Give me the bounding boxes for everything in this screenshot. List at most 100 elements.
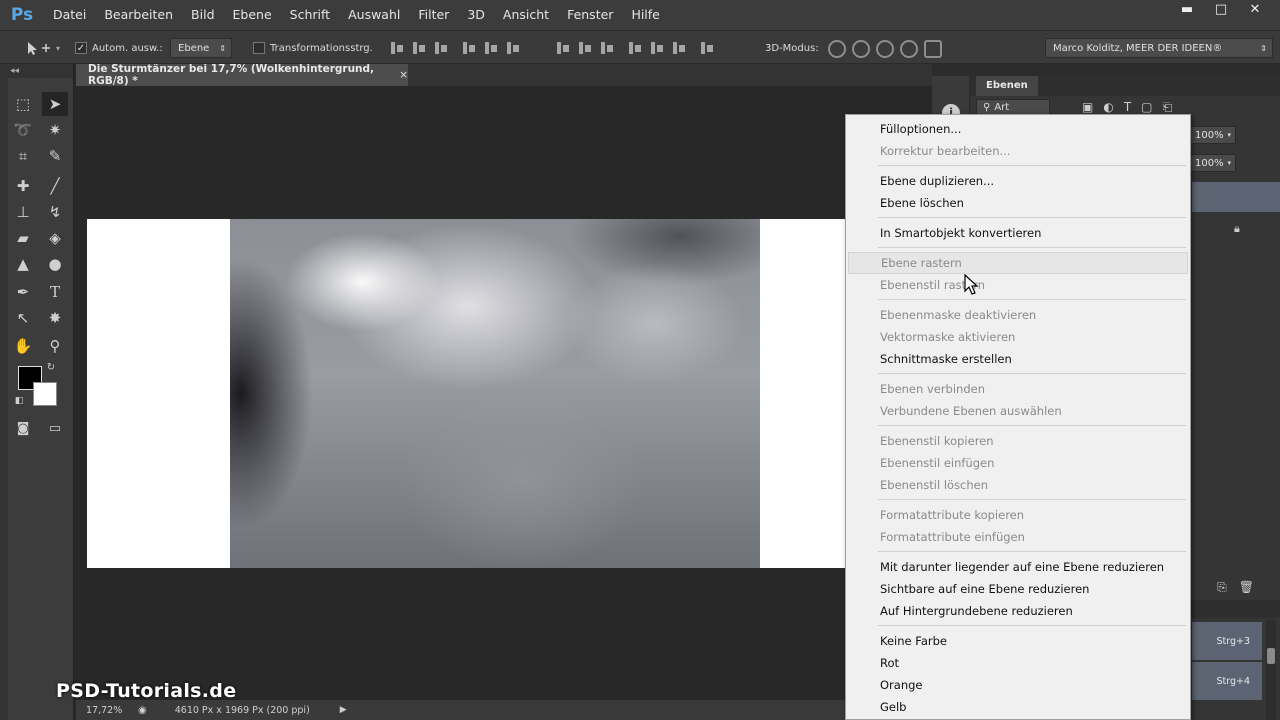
stamp-tool-icon[interactable]: ⊥ <box>10 200 36 224</box>
menu-3d[interactable]: 3D <box>458 0 494 30</box>
zoom-tool-icon[interactable]: ⚲ <box>42 334 68 358</box>
fill-field[interactable]: 100% ▾ <box>1190 154 1236 172</box>
align-bottom-icon[interactable] <box>434 40 448 56</box>
context-menu-item[interactable]: Auf Hintergrundebene reduzieren <box>846 600 1190 622</box>
type-filter-icon[interactable]: T <box>1124 100 1131 115</box>
menu-auswahl[interactable]: Auswahl <box>339 0 409 30</box>
eraser-tool-icon[interactable]: ▰ <box>10 226 36 250</box>
trash-icon[interactable]: 🗑︎ <box>1239 580 1254 598</box>
move-tool-icon[interactable]: ➤ <box>42 92 68 116</box>
context-menu-item[interactable]: Rot <box>846 652 1190 674</box>
workspace-dropdown[interactable]: Marco Kolditz, MEER DER IDEEN® ⇕ <box>1045 38 1273 58</box>
context-menu-item[interactable]: Formatattribute einfügen <box>846 526 1190 548</box>
default-colors-icon[interactable]: ◧ <box>12 394 26 408</box>
document-canvas[interactable] <box>87 219 932 568</box>
context-menu-item[interactable]: Ebenen verbinden <box>846 378 1190 400</box>
magic-wand-tool-icon[interactable]: ✷ <box>42 118 68 142</box>
context-menu-item[interactable]: In Smartobjekt konvertieren <box>846 222 1190 244</box>
opacity-field[interactable]: 100% ▾ <box>1190 126 1236 144</box>
menu-ebene[interactable]: Ebene <box>224 0 281 30</box>
eyedropper-tool-icon[interactable]: ✎ <box>42 144 68 168</box>
align-left-icon[interactable] <box>462 40 476 56</box>
3d-scale-icon[interactable] <box>924 40 942 58</box>
channel-row-2[interactable]: Strg+4 <box>1192 662 1262 700</box>
smartobject-filter-icon[interactable]: ⎗ <box>1163 100 1173 115</box>
blur-tool-icon[interactable]: ▲ <box>10 252 36 276</box>
align-hcenter-icon[interactable] <box>484 40 498 56</box>
custom-shape-tool-icon[interactable]: ✸ <box>42 306 68 330</box>
auto-select-dropdown[interactable]: Ebene ⇕ <box>170 38 232 58</box>
menu-schrift[interactable]: Schrift <box>281 0 339 30</box>
healing-tool-icon[interactable]: ✚ <box>10 174 36 198</box>
hand-tool-icon[interactable]: ✋ <box>10 334 36 358</box>
menu-bearbeiten[interactable]: Bearbeiten <box>95 0 182 30</box>
menu-fenster[interactable]: Fenster <box>558 0 622 30</box>
distribute-vcenter-icon[interactable] <box>578 40 592 56</box>
screen-mode-icon[interactable]: ▭ <box>42 416 68 440</box>
auto-align-icon[interactable] <box>700 40 714 56</box>
auto-select-checkbox[interactable]: ✓ <box>75 42 87 54</box>
align-top-icon[interactable] <box>390 40 404 56</box>
3d-orbit-icon[interactable] <box>828 40 846 58</box>
context-menu-item[interactable]: Ebene löschen <box>846 192 1190 214</box>
context-menu-item[interactable]: Ebenenstil einfügen <box>846 452 1190 474</box>
panel-scrollbar-thumb[interactable] <box>1267 648 1275 664</box>
paint-bucket-tool-icon[interactable]: ◈ <box>42 226 68 250</box>
context-menu-item[interactable]: Vektormaske aktivieren <box>846 326 1190 348</box>
menu-ansicht[interactable]: Ansicht <box>494 0 558 30</box>
path-selection-tool-icon[interactable]: ↖ <box>10 306 36 330</box>
panel-scrollbar[interactable] <box>1266 620 1276 720</box>
maximize-button[interactable]: □ <box>1204 0 1238 18</box>
tools-collapse-icon[interactable]: ◂◂ <box>8 64 73 78</box>
status-info-icon[interactable]: ◉ <box>138 705 147 716</box>
quick-mask-icon[interactable]: ◙ <box>10 416 36 440</box>
status-menu-arrow-icon[interactable]: ▶ <box>340 705 347 715</box>
dodge-tool-icon[interactable]: ● <box>42 252 68 276</box>
context-menu-item[interactable]: Verbundene Ebenen auswählen <box>846 400 1190 422</box>
3d-roll-icon[interactable] <box>852 40 870 58</box>
layers-tab[interactable]: Ebenen <box>976 76 1038 96</box>
context-menu-item[interactable]: Korrektur bearbeiten... <box>846 140 1190 162</box>
distribute-hcenter-icon[interactable] <box>650 40 664 56</box>
context-menu-item[interactable]: Keine Farbe <box>846 630 1190 652</box>
context-menu-item[interactable]: Formatattribute kopieren <box>846 504 1190 526</box>
context-menu-item[interactable]: Fülloptionen... <box>846 118 1190 140</box>
context-menu-item[interactable]: Ebenenmaske deaktivieren <box>846 304 1190 326</box>
pixel-filter-icon[interactable]: ▣ <box>1082 100 1093 115</box>
menu-bild[interactable]: Bild <box>182 0 223 30</box>
menu-filter[interactable]: Filter <box>409 0 458 30</box>
context-menu-item[interactable]: Orange <box>846 674 1190 696</box>
context-menu-item[interactable]: Ebenenstil rastern <box>846 274 1190 296</box>
context-menu-item[interactable]: Gelb <box>846 696 1190 718</box>
adjustment-filter-icon[interactable]: ◐ <box>1103 100 1113 115</box>
context-menu-item[interactable]: Ebene duplizieren... <box>846 170 1190 192</box>
brush-tool-icon[interactable]: ╱ <box>42 174 68 198</box>
menu-hilfe[interactable]: Hilfe <box>622 0 668 30</box>
transform-controls-checkbox[interactable] <box>253 42 265 54</box>
right-panel-collapse-bar[interactable] <box>932 64 1280 76</box>
swap-colors-icon[interactable]: ↻ <box>44 360 58 374</box>
shape-filter-icon[interactable]: ▢ <box>1141 100 1152 115</box>
distribute-bottom-icon[interactable] <box>600 40 614 56</box>
transform-controls-option[interactable]: Transformationsstrg. <box>253 31 373 65</box>
channel-row-1[interactable]: Strg+3 <box>1192 622 1262 660</box>
context-menu-item[interactable]: Ebene rastern <box>848 252 1188 274</box>
minimize-button[interactable]: ▬ <box>1170 0 1204 18</box>
context-menu-item[interactable]: Sichtbare auf eine Ebene reduzieren <box>846 578 1190 600</box>
3d-pan-icon[interactable] <box>876 40 894 58</box>
canvas-area[interactable] <box>76 86 932 700</box>
document-tab[interactable]: Die Sturmtänzer bei 17,7% (Wolkenhinterg… <box>76 63 408 87</box>
close-window-button[interactable]: ✕ <box>1238 0 1272 18</box>
distribute-top-icon[interactable] <box>556 40 570 56</box>
pen-tool-icon[interactable]: ✒ <box>10 280 36 304</box>
align-right-icon[interactable] <box>506 40 520 56</box>
context-menu-item[interactable]: Ebenenstil löschen <box>846 474 1190 496</box>
distribute-left-icon[interactable] <box>628 40 642 56</box>
history-brush-tool-icon[interactable]: ↯ <box>42 200 68 224</box>
lasso-tool-icon[interactable]: ➰ <box>10 118 36 142</box>
selected-layer-row[interactable] <box>1192 182 1280 212</box>
distribute-right-icon[interactable] <box>672 40 686 56</box>
crop-tool-icon[interactable]: ⌗ <box>10 144 36 168</box>
marquee-tool-icon[interactable]: ⬚ <box>10 92 36 116</box>
auto-select-option[interactable]: ✓ Autom. ausw.: <box>75 31 163 65</box>
